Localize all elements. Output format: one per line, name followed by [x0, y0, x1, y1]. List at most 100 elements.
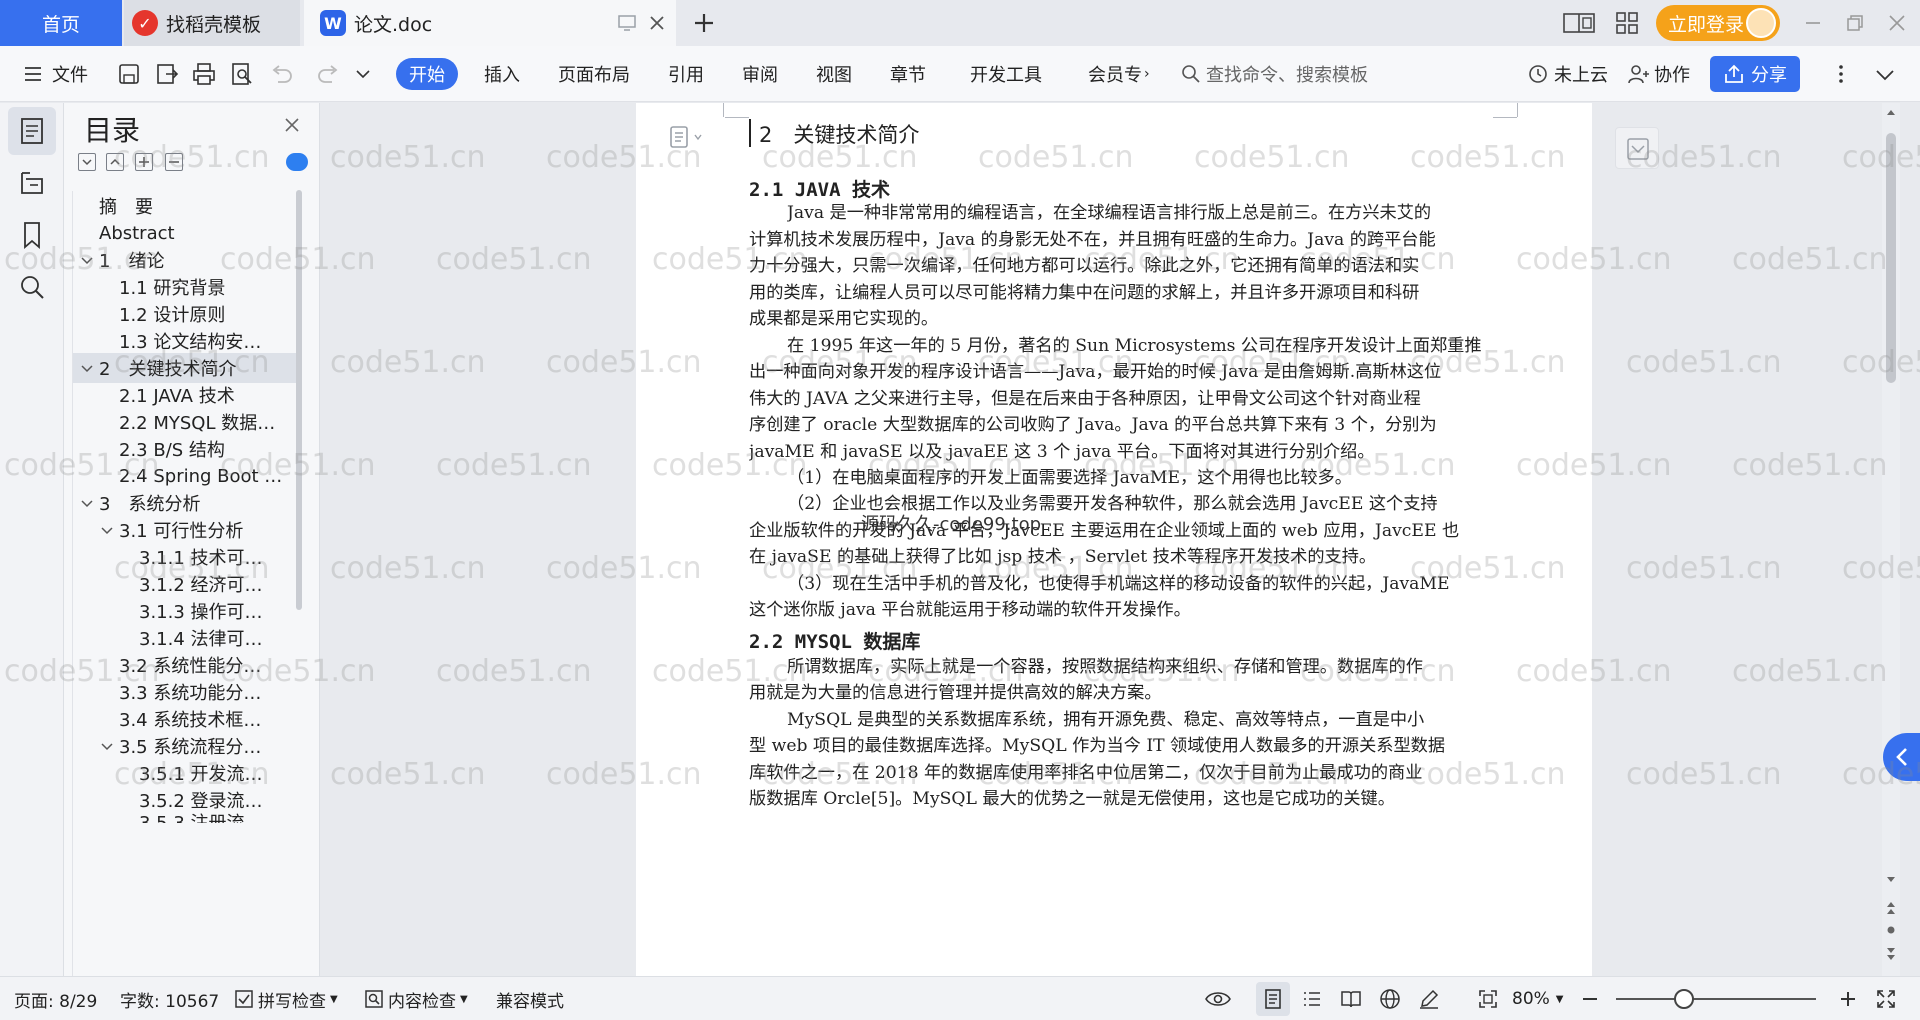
toc-item-abstract-en[interactable]: Abstract [73, 218, 301, 248]
layout-switch-icon[interactable] [1562, 10, 1596, 36]
close-window-icon[interactable] [1884, 10, 1910, 36]
find-icon[interactable] [16, 271, 48, 303]
content-check-button[interactable]: 内容检查 ▼ [364, 977, 468, 1020]
toc-item-1-2[interactable]: 1.2 设计原则 [73, 299, 301, 329]
tab-document[interactable]: W 论文.doc [304, 0, 676, 46]
next-page-icon[interactable] [1885, 945, 1897, 963]
export-pdf-icon[interactable] [154, 61, 180, 87]
collapse-all-icon[interactable] [106, 153, 124, 171]
toc-item-ch2[interactable]: 2 关键技术简介 [73, 353, 301, 383]
toc-item-1-3[interactable]: 1.3 论文结构安… [73, 326, 301, 356]
chevron-down-icon[interactable] [99, 738, 115, 754]
toc-scrollbar[interactable] [296, 190, 302, 610]
outline-view-icon[interactable] [1300, 987, 1324, 1011]
chevron-down-icon[interactable] [99, 522, 115, 538]
zoom-select[interactable]: 80% ▼ [1512, 977, 1564, 1020]
side-panel-expand-button[interactable] [1883, 733, 1920, 781]
toc-item-2-2[interactable]: 2.2 MYSQL 数据… [73, 407, 301, 437]
scroll-down-icon[interactable] [1885, 875, 1897, 885]
toc-item-3-4[interactable]: 3.4 系统技术框… [73, 704, 301, 734]
page-view-icon[interactable] [1261, 987, 1285, 1011]
chapter-nav-icon[interactable] [16, 167, 48, 199]
ai-assistant-icon[interactable] [286, 153, 308, 171]
zoom-slider-thumb[interactable] [1674, 989, 1694, 1009]
prev-page-icon[interactable] [1885, 899, 1897, 917]
scroll-up-icon[interactable] [1885, 107, 1897, 117]
tab-start[interactable]: 开始 [396, 58, 458, 90]
toc-item-3-5-1[interactable]: 3.5.1 开发流… [73, 758, 301, 788]
outline-nav-icon[interactable] [16, 115, 48, 147]
restore-icon[interactable] [1842, 10, 1868, 36]
toc-item-ch3[interactable]: 3 系统分析 [73, 488, 301, 518]
login-button[interactable]: 立即登录 [1656, 5, 1780, 41]
reading-view-icon[interactable] [1339, 987, 1363, 1011]
page-indicator[interactable]: 页面: 8/29 [14, 977, 97, 1020]
tab-zhaodaoke-templates[interactable]: ✓ 找稻壳模板 [124, 0, 300, 46]
toc-item-3-1-4[interactable]: 3.1.4 法律可… [73, 623, 301, 653]
right-panel-toggle[interactable] [1615, 127, 1659, 169]
fit-page-icon[interactable] [1476, 987, 1500, 1011]
toc-item-2-4[interactable]: 2.4 Spring Boot … [73, 461, 301, 491]
print-preview-icon[interactable] [229, 61, 255, 87]
undo-icon[interactable] [268, 61, 294, 87]
spell-check-button[interactable]: 拼写检查 ▼ [234, 977, 338, 1020]
toc-item-2-1[interactable]: 2.1 JAVA 技术 [73, 380, 301, 410]
zoom-slider-track[interactable] [1616, 998, 1816, 1000]
eye-protection-icon[interactable] [1204, 987, 1232, 1011]
toc-item-3-1-1[interactable]: 3.1.1 技术可… [73, 542, 301, 572]
print-icon[interactable] [191, 61, 217, 87]
zoom-out-icon[interactable] [1578, 987, 1602, 1011]
paragraph-format-icon[interactable] [667, 123, 707, 151]
close-icon[interactable] [282, 115, 302, 135]
monitor-icon[interactable] [616, 12, 638, 34]
toc-item-3-5[interactable]: 3.5 系统流程分… [73, 731, 301, 761]
tab-insert[interactable]: 插入 [484, 57, 520, 91]
zoom-in-icon[interactable] [1836, 987, 1860, 1011]
tab-view[interactable]: 视图 [816, 57, 852, 91]
cloud-status-button[interactable]: 未上云 [1526, 57, 1608, 91]
word-count[interactable]: 字数: 10567 [120, 977, 219, 1020]
redo-icon[interactable] [316, 61, 342, 87]
chevron-down-icon[interactable] [79, 360, 95, 376]
tab-reference[interactable]: 引用 [668, 57, 704, 91]
apps-grid-icon[interactable] [1614, 10, 1640, 36]
toc-item-3-1[interactable]: 3.1 可行性分析 [73, 515, 301, 545]
toc-item-3-5-3[interactable]: 3.5.3 注册流… [73, 809, 301, 823]
add-heading-icon[interactable] [135, 153, 153, 171]
tab-home[interactable]: 首页 [0, 0, 122, 46]
toc-item-3-2[interactable]: 3.2 系统性能分… [73, 650, 301, 680]
tab-page-layout[interactable]: 页面布局 [558, 57, 630, 91]
select-browse-icon[interactable] [1885, 925, 1897, 935]
vertical-scrollbar[interactable] [1882, 103, 1900, 976]
file-menu-button[interactable]: 文件 [22, 57, 88, 91]
share-button[interactable]: 分享 [1710, 56, 1800, 92]
web-view-icon[interactable] [1378, 987, 1402, 1011]
toc-item-ch1[interactable]: 1 绪论 [73, 245, 301, 275]
more-options-icon[interactable] [1834, 61, 1848, 87]
minimize-icon[interactable] [1800, 10, 1826, 36]
toc-item-1-1[interactable]: 1.1 研究背景 [73, 272, 301, 302]
bookmark-icon[interactable] [16, 219, 48, 251]
tab-review[interactable]: 审阅 [742, 57, 778, 91]
scrollbar-thumb[interactable] [1886, 133, 1896, 383]
tab-member[interactable]: 会员专 › [1088, 57, 1150, 91]
tab-dev-tools[interactable]: 开发工具 [970, 57, 1042, 91]
write-mode-icon[interactable] [1417, 987, 1441, 1011]
tab-chapter[interactable]: 章节 [890, 57, 926, 91]
collaborate-button[interactable]: 协作 [1626, 57, 1690, 91]
collapse-ribbon-icon[interactable] [1872, 61, 1898, 87]
remove-heading-icon[interactable] [165, 153, 183, 171]
close-tab-icon[interactable] [646, 12, 668, 34]
chevron-down-icon[interactable] [79, 252, 95, 268]
toc-item-3-3[interactable]: 3.3 系统功能分… [73, 677, 301, 707]
toc-item-2-3[interactable]: 2.3 B/S 结构 [73, 434, 301, 464]
new-tab-icon[interactable] [690, 9, 718, 37]
toc-item-3-1-3[interactable]: 3.1.3 操作可… [73, 596, 301, 626]
fullscreen-icon[interactable] [1874, 987, 1898, 1011]
save-icon[interactable] [116, 61, 142, 87]
command-search[interactable]: 查找命令、搜索模板 [1180, 57, 1368, 91]
expand-all-icon[interactable] [78, 153, 96, 171]
toc-item-3-1-2[interactable]: 3.1.2 经济可… [73, 569, 301, 599]
toc-item-abstract-cn[interactable]: 摘 要 [73, 191, 301, 221]
chevron-down-icon[interactable] [354, 61, 372, 87]
